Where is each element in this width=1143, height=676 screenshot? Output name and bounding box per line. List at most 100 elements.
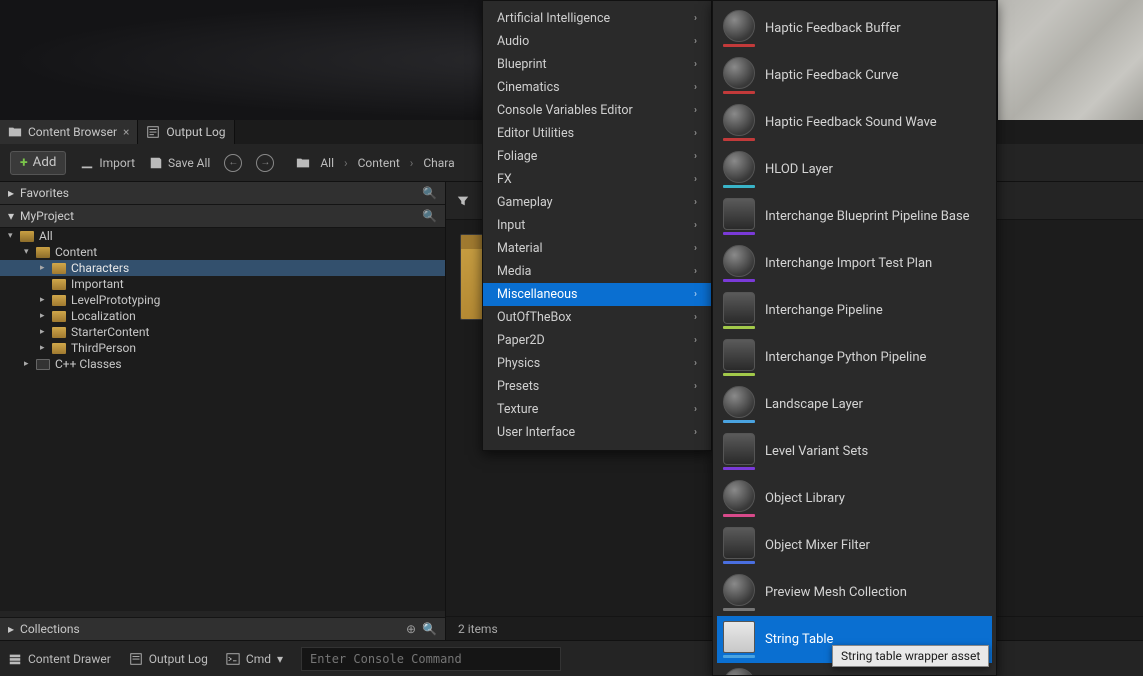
- tree-item[interactable]: ▸StarterContent: [0, 324, 445, 340]
- collections-header[interactable]: ▸ Collections ⊕ 🔍: [0, 617, 445, 640]
- search-icon[interactable]: 🔍: [422, 622, 437, 636]
- asset-type-item[interactable]: Interchange Blueprint Pipeline Base: [717, 193, 992, 240]
- nav-forward-button[interactable]: →: [256, 154, 274, 172]
- log-icon: [129, 652, 143, 666]
- menu-item[interactable]: Physics›: [483, 352, 711, 375]
- menu-item[interactable]: Media›: [483, 260, 711, 283]
- tree-item-label: Content: [55, 245, 97, 259]
- menu-item-label: Cinematics: [497, 80, 560, 95]
- plus-icon: +: [20, 155, 28, 171]
- content-drawer-label: Content Drawer: [28, 652, 111, 666]
- asset-type-item[interactable]: Interchange Import Test Plan: [717, 240, 992, 287]
- menu-item[interactable]: Artificial Intelligence›: [483, 7, 711, 30]
- asset-type-item[interactable]: Haptic Feedback Sound Wave: [717, 99, 992, 146]
- menu-item[interactable]: Console Variables Editor›: [483, 99, 711, 122]
- chevron-right-icon[interactable]: ▸: [40, 295, 50, 305]
- menu-item[interactable]: Editor Utilities›: [483, 122, 711, 145]
- import-label: Import: [99, 156, 135, 170]
- menu-item[interactable]: Gameplay›: [483, 191, 711, 214]
- output-log-button[interactable]: Output Log: [129, 652, 208, 666]
- breadcrumb-all[interactable]: All: [320, 156, 334, 170]
- breadcrumb-current[interactable]: Chara: [423, 156, 454, 170]
- filter-icon[interactable]: [456, 194, 470, 208]
- asset-type-item[interactable]: Interchange Pipeline: [717, 287, 992, 334]
- tab-output-log[interactable]: Output Log: [138, 120, 234, 144]
- menu-item[interactable]: Miscellaneous›: [483, 283, 711, 306]
- chevron-down-icon[interactable]: ▾: [8, 231, 18, 241]
- menu-item[interactable]: Blueprint›: [483, 53, 711, 76]
- chevron-down-icon[interactable]: ▾: [24, 247, 34, 257]
- menu-item[interactable]: OutOfTheBox›: [483, 306, 711, 329]
- asset-type-label: Interchange Python Pipeline: [765, 350, 926, 365]
- tree-item[interactable]: ▸C++ Classes: [0, 356, 445, 372]
- save-all-label: Save All: [168, 156, 210, 170]
- asset-type-label: Landscape Layer: [765, 397, 863, 412]
- menu-item[interactable]: Material›: [483, 237, 711, 260]
- asset-underline: [723, 420, 755, 423]
- tree-item[interactable]: ▾ Content: [0, 244, 445, 260]
- project-header[interactable]: ▾ MyProject 🔍: [0, 205, 445, 228]
- asset-type-item[interactable]: Haptic Feedback Buffer: [717, 5, 992, 52]
- save-all-button[interactable]: Save All: [149, 156, 210, 170]
- menu-item[interactable]: Texture›: [483, 398, 711, 421]
- breadcrumb-content[interactable]: Content: [358, 156, 400, 170]
- favorites-header[interactable]: ▸ Favorites 🔍: [0, 182, 445, 205]
- asset-type-item[interactable]: Preview Mesh Collection: [717, 569, 992, 616]
- tree-item[interactable]: ▸Characters: [0, 260, 445, 276]
- menu-item[interactable]: Audio›: [483, 30, 711, 53]
- chevron-right-icon[interactable]: ▸: [40, 327, 50, 337]
- tree-item[interactable]: ▸LevelPrototyping: [0, 292, 445, 308]
- menu-item[interactable]: Paper2D›: [483, 329, 711, 352]
- close-icon[interactable]: ×: [123, 125, 129, 139]
- chevron-right-icon[interactable]: ▸: [40, 311, 50, 321]
- asset-underline: [723, 514, 755, 517]
- asset-type-label: Interchange Pipeline: [765, 303, 883, 318]
- console-input[interactable]: [301, 647, 561, 671]
- asset-type-item[interactable]: Interchange Python Pipeline: [717, 334, 992, 381]
- search-icon[interactable]: 🔍: [422, 209, 437, 223]
- tree-item[interactable]: Important: [0, 276, 445, 292]
- chevron-right-icon: ›: [694, 13, 697, 24]
- tree-item[interactable]: ▸ThirdPerson: [0, 340, 445, 356]
- asset-underline: [723, 91, 755, 94]
- menu-item-label: User Interface: [497, 425, 575, 440]
- asset-type-icon: [723, 10, 755, 42]
- asset-type-item[interactable]: HLOD Layer: [717, 146, 992, 193]
- asset-type-item[interactable]: Landscape Layer: [717, 381, 992, 428]
- search-icon[interactable]: 🔍: [422, 186, 437, 200]
- asset-type-item[interactable]: Object Mixer Filter: [717, 522, 992, 569]
- tab-content-browser[interactable]: Content Browser ×: [0, 120, 138, 144]
- menu-item[interactable]: Foliage›: [483, 145, 711, 168]
- chevron-right-icon[interactable]: ▸: [40, 263, 50, 273]
- asset-type-item[interactable]: Object Library: [717, 475, 992, 522]
- asset-type-icon: [723, 151, 755, 183]
- add-collection-icon[interactable]: ⊕: [406, 622, 416, 636]
- asset-type-label: HLOD Layer: [765, 162, 833, 177]
- tree-item[interactable]: ▾All: [0, 228, 445, 244]
- folder-icon: [52, 295, 66, 306]
- menu-item[interactable]: Input›: [483, 214, 711, 237]
- chevron-right-icon: ›: [694, 312, 697, 323]
- asset-type-icon: [723, 621, 755, 653]
- asset-type-item[interactable]: Haptic Feedback Curve: [717, 52, 992, 99]
- asset-type-label: Object Mixer Filter: [765, 538, 870, 553]
- tree-item[interactable]: ▸Localization: [0, 308, 445, 324]
- menu-item[interactable]: Cinematics›: [483, 76, 711, 99]
- add-button[interactable]: +Add: [10, 151, 66, 175]
- cmd-dropdown[interactable]: Cmd ▾: [226, 652, 283, 666]
- content-drawer-button[interactable]: Content Drawer: [8, 652, 111, 666]
- terminal-icon: [226, 652, 240, 666]
- menu-item[interactable]: User Interface›: [483, 421, 711, 444]
- nav-back-button[interactable]: ←: [224, 154, 242, 172]
- chevron-right-icon[interactable]: ▸: [24, 359, 34, 369]
- asset-underline: [723, 373, 755, 376]
- menu-item[interactable]: Presets›: [483, 375, 711, 398]
- import-button[interactable]: Import: [80, 156, 135, 170]
- chevron-right-icon[interactable]: ▸: [40, 343, 50, 353]
- chevron-right-icon: ›: [344, 156, 348, 170]
- chevron-right-icon: ›: [694, 289, 697, 300]
- cpp-icon: [36, 359, 50, 370]
- menu-item[interactable]: FX›: [483, 168, 711, 191]
- asset-type-label: Object Library: [765, 491, 845, 506]
- asset-type-item[interactable]: Level Variant Sets: [717, 428, 992, 475]
